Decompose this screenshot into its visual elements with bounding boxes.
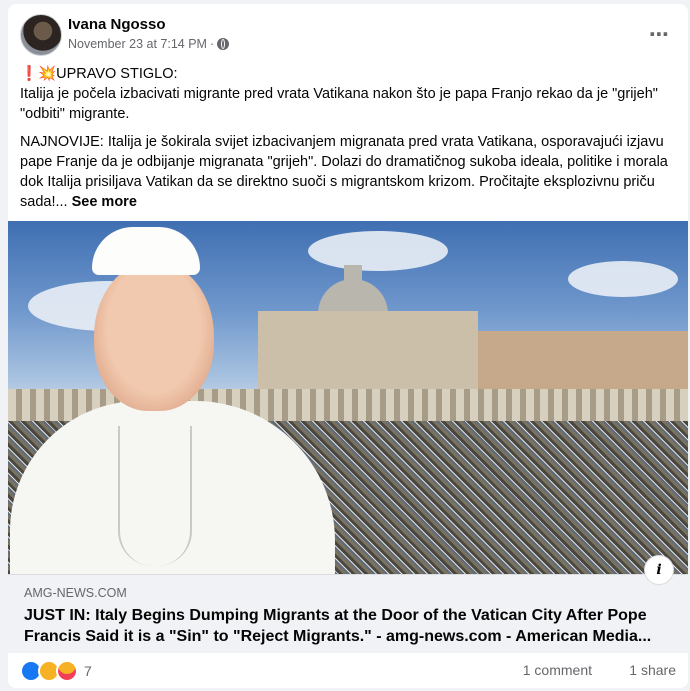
link-preview[interactable]: i AMG-NEWS.COM JUST IN: Italy Begins Dum… bbox=[8, 555, 688, 653]
post-card: Ivana Ngosso November 23 at 7:14 PM · ⋯ … bbox=[8, 4, 688, 688]
post-header: Ivana Ngosso November 23 at 7:14 PM · ⋯ bbox=[20, 14, 676, 58]
timestamp[interactable]: November 23 at 7:14 PM bbox=[68, 37, 207, 51]
basilica-lantern bbox=[344, 265, 362, 283]
more-options-icon[interactable]: ⋯ bbox=[649, 22, 670, 47]
pectoral-cord bbox=[118, 426, 192, 566]
post-meta: November 23 at 7:14 PM · bbox=[68, 37, 230, 51]
info-icon[interactable]: i bbox=[644, 555, 674, 585]
zucchetto bbox=[92, 227, 200, 275]
headline: Italija je počela izbacivati migrante pr… bbox=[20, 86, 658, 122]
meta-separator: · bbox=[209, 37, 215, 51]
avatar[interactable] bbox=[20, 14, 62, 56]
pope-face bbox=[94, 261, 214, 411]
post-footer: 7 1 comment 1 share bbox=[20, 660, 676, 682]
care-icon bbox=[56, 660, 78, 682]
share-count[interactable]: 1 share bbox=[629, 662, 676, 678]
link-domain: AMG-NEWS.COM bbox=[24, 586, 127, 600]
author-name[interactable]: Ivana Ngosso bbox=[68, 16, 166, 33]
link-title[interactable]: JUST IN: Italy Begins Dumping Migrants a… bbox=[24, 605, 672, 647]
reaction-count[interactable]: 7 bbox=[84, 663, 92, 679]
headline-prefix: ❗💥UPRAVO STIGLO: bbox=[20, 66, 178, 82]
post-text: ❗💥UPRAVO STIGLO: Italija je počela izbac… bbox=[20, 64, 672, 220]
reactions[interactable]: 7 bbox=[20, 660, 92, 682]
globe-icon[interactable] bbox=[217, 38, 230, 50]
link-preview-image[interactable] bbox=[8, 221, 688, 574]
see-more-link[interactable]: See more bbox=[72, 194, 137, 210]
comment-count[interactable]: 1 comment bbox=[523, 662, 592, 678]
